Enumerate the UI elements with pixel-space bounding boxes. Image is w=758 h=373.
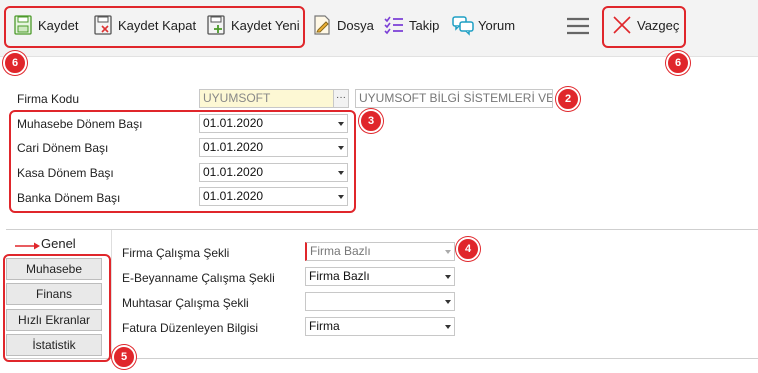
period-label-cash: Kasa Dönem Başı xyxy=(17,166,114,180)
tab-panel-separator xyxy=(111,230,112,358)
lookup-button[interactable]: ··· xyxy=(333,89,349,108)
edeclaration-value: Firma Bazlı xyxy=(309,269,370,283)
chevron-down-icon xyxy=(445,250,451,254)
company-code-input[interactable]: UYUMSOFT xyxy=(199,89,334,108)
general-label-withholding: Muhtasar Çalışma Şekli xyxy=(122,296,249,310)
tab-hizli-ekranlar[interactable]: Hızlı Ekranlar xyxy=(6,309,102,331)
company-mode-select[interactable]: Firma Bazlı xyxy=(305,242,455,261)
annotation-badge-3: 3 xyxy=(359,109,383,133)
general-label-invoice-issuer: Fatura Düzenleyen Bilgisi xyxy=(122,321,259,335)
annotation-badge-4: 4 xyxy=(456,237,480,261)
comment-icon xyxy=(452,14,474,36)
tab-finans[interactable]: Finans xyxy=(6,283,102,305)
tab-muhasebe[interactable]: Muhasebe xyxy=(6,258,102,280)
arrow-right-icon xyxy=(15,239,41,253)
comment-button[interactable]: Yorum xyxy=(452,12,515,38)
company-code-label: Firma Kodu xyxy=(17,92,80,106)
period-label-accounting: Muhasebe Dönem Başı xyxy=(17,117,143,131)
period-value-accounting: 01.01.2020 xyxy=(203,116,264,130)
period-select-cash[interactable]: 01.01.2020 xyxy=(199,163,348,182)
file-button[interactable]: Dosya xyxy=(311,12,374,38)
file-label: Dosya xyxy=(337,17,374,33)
annotation-badge-6a: 6 xyxy=(3,51,27,75)
period-select-current[interactable]: 01.01.2020 xyxy=(199,138,348,157)
tab-istatistik[interactable]: İstatistik xyxy=(6,334,102,356)
chevron-down-icon xyxy=(445,325,451,329)
period-label-bank: Banka Dönem Başı xyxy=(17,191,121,205)
chevron-down-icon xyxy=(338,171,344,175)
edeclaration-select[interactable]: Firma Bazlı xyxy=(305,267,455,286)
highlight-box-save-group xyxy=(4,6,305,48)
checklist-icon xyxy=(383,14,405,36)
annotation-badge-2: 2 xyxy=(556,87,580,111)
chevron-down-icon xyxy=(338,195,344,199)
tab-divider-top xyxy=(6,229,758,230)
chevron-down-icon xyxy=(445,275,451,279)
annotation-badge-5: 5 xyxy=(112,345,136,369)
annotation-badge-6b: 6 xyxy=(666,51,690,75)
track-button[interactable]: Takip xyxy=(383,12,439,38)
chevron-down-icon xyxy=(338,122,344,126)
chevron-down-icon xyxy=(445,300,451,304)
company-mode-value: Firma Bazlı xyxy=(310,244,371,258)
period-value-cash: 01.01.2020 xyxy=(203,165,264,179)
period-value-bank: 01.01.2020 xyxy=(203,189,264,203)
invoice-issuer-select[interactable]: Firma xyxy=(305,317,455,336)
comment-label: Yorum xyxy=(478,17,516,33)
invoice-issuer-value: Firma xyxy=(309,319,340,333)
tab-genel[interactable]: Genel xyxy=(41,236,76,251)
withholding-select[interactable] xyxy=(305,292,455,311)
general-label-company-mode: Firma Çalışma Şekli xyxy=(122,246,230,260)
menu-icon[interactable] xyxy=(566,17,590,38)
period-select-accounting[interactable]: 01.01.2020 xyxy=(199,114,348,133)
company-name-input[interactable]: UYUMSOFT BİLGİ SİSTEMLERİ VE xyxy=(355,89,553,108)
period-select-bank[interactable]: 01.01.2020 xyxy=(199,187,348,206)
period-value-current: 01.01.2020 xyxy=(203,140,264,154)
file-icon xyxy=(311,14,333,36)
chevron-down-icon xyxy=(338,146,344,150)
highlight-box-cancel xyxy=(602,6,686,48)
track-label: Takip xyxy=(409,17,440,33)
period-label-current: Cari Dönem Başı xyxy=(17,141,109,155)
general-label-edeclaration: E-Beyanname Çalışma Şekli xyxy=(122,271,275,285)
